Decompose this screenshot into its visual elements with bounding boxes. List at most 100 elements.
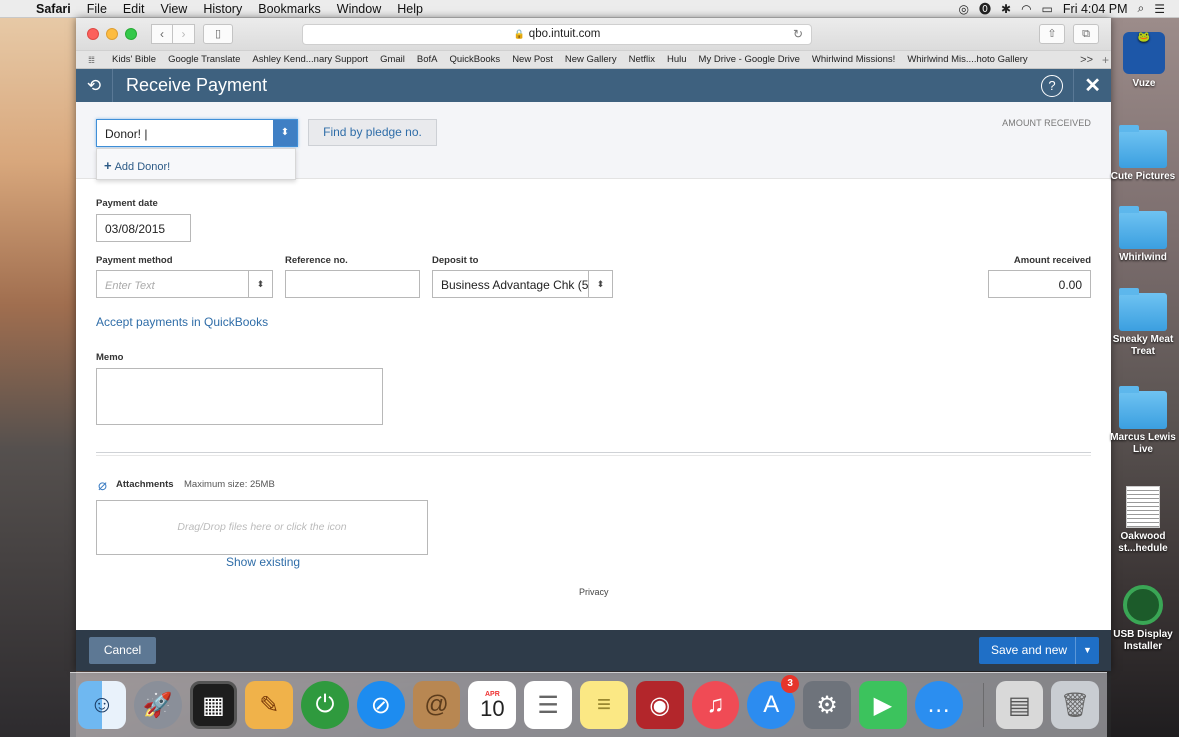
- desktop-icon-marcus-lewis-live[interactable]: Marcus Lewis Live: [1109, 386, 1177, 456]
- bookmark-item[interactable]: Whirlwind Mis....hoto Gallery: [901, 54, 1033, 65]
- menubar-clock[interactable]: Fri 4:04 PM: [1063, 2, 1128, 16]
- bookmark-item[interactable]: Google Translate: [162, 54, 246, 65]
- contacts-icon[interactable]: @: [412, 681, 461, 729]
- menu-help[interactable]: Help: [389, 2, 431, 16]
- desktop-icon-cute-pictures[interactable]: Cute Pictures: [1109, 125, 1177, 183]
- address-bar[interactable]: 🔒 qbo.intuit.com ↻: [302, 24, 812, 45]
- menu-view[interactable]: View: [152, 2, 195, 16]
- menu-app-name[interactable]: Safari: [36, 2, 79, 16]
- time-machine-icon[interactable]: ◎: [959, 2, 969, 16]
- payment-date-input[interactable]: 03/08/2015: [96, 214, 191, 242]
- bookmark-item[interactable]: Gmail: [374, 54, 411, 65]
- usb-display-icon[interactable]: ⏻: [301, 681, 349, 729]
- tabs-overview-icon[interactable]: ⧉: [1073, 24, 1099, 44]
- section-divider: [96, 452, 1091, 453]
- save-options-caret-icon[interactable]: ▼: [1075, 637, 1099, 664]
- back-icon[interactable]: ‹: [151, 24, 173, 44]
- facetime-icon[interactable]: ▶: [858, 681, 907, 729]
- bookmark-item[interactable]: Netflix: [623, 54, 661, 65]
- reload-icon[interactable]: ↻: [793, 25, 803, 44]
- bookmark-item[interactable]: My Drive - Google Drive: [693, 54, 806, 65]
- app-store-icon[interactable]: A 3: [747, 675, 800, 729]
- folder-icon: [1119, 206, 1167, 249]
- bookmark-item[interactable]: New Gallery: [559, 54, 623, 65]
- desktop-icon-sneaky-meat-treat[interactable]: Sneaky Meat Treat: [1109, 288, 1177, 358]
- payment-date-label: Payment date: [96, 198, 158, 209]
- bookmark-item[interactable]: Kids' Bible: [106, 54, 162, 65]
- downloads-stack-icon[interactable]: ▤: [995, 681, 1044, 729]
- select-caret-icon[interactable]: ⬍: [273, 120, 297, 146]
- desktop-icon-label: Marcus Lewis Live: [1110, 432, 1176, 455]
- cancel-button[interactable]: Cancel: [89, 637, 156, 664]
- mission-control-icon[interactable]: ▦: [189, 681, 238, 729]
- find-by-pledge-button[interactable]: Find by pledge no.: [308, 119, 437, 146]
- spotlight-icon[interactable]: ⌕: [1138, 1, 1145, 16]
- launchpad-icon[interactable]: 🚀: [133, 681, 182, 729]
- calendar-icon[interactable]: APR 10: [468, 681, 517, 729]
- customer-combobox[interactable]: Donor! | ⬍: [96, 119, 298, 147]
- desktop-icon-label: Vuze: [1132, 78, 1156, 89]
- finder-icon[interactable]: ☺: [78, 681, 126, 729]
- action-footer: Cancel Save and new ▼: [76, 630, 1111, 671]
- help-icon[interactable]: ?: [1041, 75, 1063, 97]
- amount-received-input[interactable]: 0.00: [988, 270, 1091, 298]
- desktop-icon-label: USB Display Installer: [1113, 629, 1173, 652]
- itunes-icon[interactable]: ♫: [691, 681, 740, 729]
- paperclip-icon[interactable]: ⌀: [98, 476, 107, 494]
- menu-bookmarks[interactable]: Bookmarks: [250, 2, 329, 16]
- select-caret-icon[interactable]: ⬍: [248, 271, 272, 297]
- payment-method-label: Payment method: [96, 255, 173, 266]
- bookmark-item[interactable]: Hulu: [661, 54, 693, 65]
- bookmarks-overflow-button[interactable]: >>: [1080, 54, 1093, 66]
- minimize-window-button[interactable]: [106, 28, 118, 40]
- new-tab-plus-icon[interactable]: +: [1102, 53, 1109, 67]
- desktop-icon-whirlwind[interactable]: Whirlwind: [1109, 206, 1177, 264]
- reference-no-input[interactable]: [285, 270, 420, 298]
- reminders-icon[interactable]: ☰: [524, 681, 573, 729]
- show-existing-link[interactable]: Show existing: [226, 555, 300, 569]
- menu-window[interactable]: Window: [329, 2, 389, 16]
- sidebar-toggle-icon[interactable]: ▯: [203, 24, 233, 44]
- menu-history[interactable]: History: [195, 2, 250, 16]
- vuze-status-icon[interactable]: ⓿: [979, 0, 991, 17]
- pages-icon[interactable]: ✎: [245, 681, 294, 729]
- messages-icon[interactable]: …: [914, 681, 963, 729]
- memo-textarea[interactable]: [96, 368, 383, 425]
- notification-center-icon[interactable]: ☰: [1154, 2, 1165, 16]
- close-icon[interactable]: ✕: [1084, 73, 1101, 98]
- add-donor-option[interactable]: + Add Donor!: [104, 158, 170, 173]
- zoom-window-button[interactable]: [125, 28, 137, 40]
- bookmark-item[interactable]: QuickBooks: [444, 54, 507, 65]
- bookmark-item[interactable]: New Post: [506, 54, 559, 65]
- menu-edit[interactable]: Edit: [115, 2, 153, 16]
- desktop-icon-oakwood-schedule[interactable]: Oakwood st...hedule: [1109, 486, 1177, 555]
- bookmark-item[interactable]: Ashley Kend...nary Support: [246, 54, 374, 65]
- trash-icon[interactable]: 🗑: [1051, 681, 1100, 729]
- dock-separator: [982, 683, 984, 727]
- battery-icon[interactable]: ▭: [1042, 2, 1053, 16]
- photo-booth-icon[interactable]: ◉: [635, 681, 684, 729]
- deposit-to-select[interactable]: Business Advantage Chk (5 ⬍: [432, 270, 613, 298]
- close-window-button[interactable]: [87, 28, 99, 40]
- customer-input-value[interactable]: Donor! |: [105, 127, 147, 141]
- save-and-new-button[interactable]: Save and new ▼: [979, 637, 1099, 664]
- top-sites-grid-icon[interactable]: ⁞⁞⁞⁞: [76, 55, 106, 65]
- accept-payments-link[interactable]: Accept payments in QuickBooks: [96, 315, 268, 329]
- recent-transactions-icon[interactable]: ⟲: [76, 69, 113, 102]
- desktop-icon-vuze[interactable]: Vuze: [1110, 32, 1178, 90]
- select-caret-icon[interactable]: ⬍: [588, 271, 612, 297]
- desktop-icon-usb-display-installer[interactable]: USB Display Installer: [1109, 585, 1177, 653]
- attachment-drop-zone[interactable]: Drag/Drop files here or click the icon: [96, 500, 428, 555]
- system-preferences-icon[interactable]: ⚙: [803, 681, 851, 729]
- notes-icon[interactable]: ≡: [580, 681, 628, 729]
- menu-file[interactable]: File: [79, 2, 115, 16]
- share-icon[interactable]: ⇧: [1039, 24, 1065, 44]
- safari-icon[interactable]: ⊘: [356, 681, 405, 729]
- bookmark-item[interactable]: Whirlwind Missions!: [806, 54, 901, 65]
- bluetooth-icon[interactable]: ✱: [1001, 2, 1011, 16]
- privacy-link[interactable]: Privacy: [579, 587, 609, 597]
- wifi-icon[interactable]: ◠: [1021, 2, 1031, 16]
- bookmark-item[interactable]: BofA: [411, 54, 444, 65]
- payment-method-select[interactable]: Enter Text ⬍: [96, 270, 273, 298]
- forward-icon[interactable]: ›: [173, 24, 195, 44]
